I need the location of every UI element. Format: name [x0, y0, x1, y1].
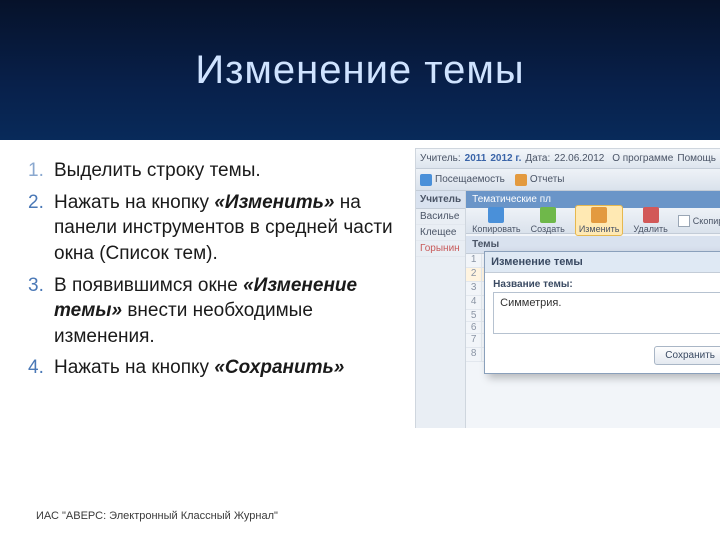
menu-help[interactable]: Помощь [677, 153, 716, 164]
year1: 2011 [465, 153, 487, 164]
app-topbar: Учитель: 2011 2012 г. Дата: 22.06.2012 О… [416, 149, 720, 169]
row-number: 1 [466, 254, 482, 267]
slide-header: Изменение темы [0, 0, 720, 140]
date-label: Дата: [525, 153, 550, 164]
topic-name-input[interactable]: Симметрия. [493, 292, 720, 334]
tab-row: Посещаемость Отчеты [416, 169, 720, 191]
row-number: 4 [466, 296, 482, 309]
date-value: 22.06.2012 [554, 153, 604, 164]
slide-title: Изменение темы [195, 48, 524, 93]
row-number: 6 [466, 322, 482, 333]
row-number: 7 [466, 334, 482, 347]
dialog-title: Изменение темы [485, 252, 720, 273]
copy-checkbox[interactable]: Скопировать [678, 215, 720, 227]
dialog-buttons: Сохранить Отмена [485, 342, 720, 373]
delete-button[interactable]: Удалить [633, 207, 667, 234]
teacher-row[interactable]: Горынин [416, 241, 465, 257]
step-text: В появившимся окне «Изменение темы» внес… [54, 275, 357, 347]
slide-footer: ИАС "АВЕРС: Электронный Классный Журнал" [36, 510, 278, 522]
teacher-row[interactable]: Клещее [416, 225, 465, 241]
row-number: 8 [466, 348, 482, 361]
teachers-header: Учитель [416, 191, 465, 209]
tab-attendance[interactable]: Посещаемость [420, 174, 505, 186]
instruction-step: 1. Выделить строку темы. [28, 158, 418, 184]
app-body: Учитель Василье Клещее Горынин Тематичес… [416, 191, 720, 428]
row-number: 2 [466, 268, 482, 281]
topics-toolbar: Копировать Создать Изменить Удалить Скоп… [466, 208, 720, 234]
tab-reports[interactable]: Отчеты [515, 174, 565, 186]
step-number: 2. [28, 190, 44, 216]
instruction-step: 3. В появившимся окне «Изменение темы» вн… [28, 273, 418, 350]
save-button[interactable]: Сохранить [654, 346, 720, 365]
menu-about[interactable]: О программе [612, 153, 673, 164]
step-text: Выделить строку темы. [54, 160, 261, 181]
step-text: Нажать на кнопку «Изменить» на панели ин… [54, 192, 393, 264]
teachers-column: Учитель Василье Клещее Горынин [416, 191, 466, 428]
plus-icon [540, 207, 556, 223]
step-number: 4. [28, 355, 44, 381]
report-icon [515, 174, 527, 186]
instruction-step: 2. Нажать на кнопку «Изменить» на панели … [28, 190, 418, 267]
copy-icon [488, 207, 504, 223]
row-number: 5 [466, 310, 482, 321]
instruction-list: 1. Выделить строку темы. 2. Нажать на кнопк… [28, 158, 418, 381]
grid-icon [420, 174, 432, 186]
pencil-icon [591, 207, 607, 223]
topic-name-label: Название темы: [485, 273, 720, 292]
app-screenshot: Учитель: 2011 2012 г. Дата: 22.06.2012 О… [415, 148, 720, 428]
create-button[interactable]: Создать [531, 207, 565, 234]
copy-plan-button[interactable]: Копировать [472, 207, 520, 234]
trash-icon [643, 207, 659, 223]
step-text: Нажать на кнопку «Сохранить» [54, 357, 344, 378]
topics-panel: Тематические пл Копировать Создать Измен… [466, 191, 720, 428]
instruction-step: 4. Нажать на кнопку «Сохранить» [28, 355, 418, 381]
year2: 2012 г. [490, 153, 521, 164]
step-number: 3. [28, 273, 44, 299]
row-number: 3 [466, 282, 482, 295]
step-number: 1. [28, 158, 44, 184]
teacher-label: Учитель: [420, 153, 461, 164]
edit-button[interactable]: Изменить [575, 205, 624, 236]
teacher-row[interactable]: Василье [416, 209, 465, 225]
edit-topic-dialog: Изменение темы Название темы: Симметрия.… [484, 251, 720, 374]
